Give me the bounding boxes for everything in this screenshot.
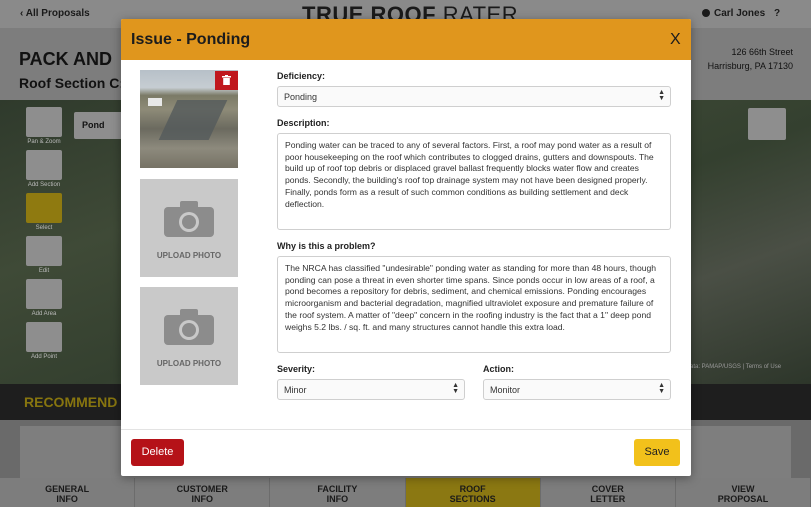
recommendations-title: RECOMMEND [24, 394, 118, 410]
step-customer-info[interactable]: CUSTOMER INFO [135, 478, 271, 507]
modal-header: Issue - Ponding X [121, 19, 691, 60]
issue-photo[interactable] [140, 70, 238, 168]
back-link-label: All Proposals [25, 8, 90, 19]
step-view-proposal[interactable]: VIEW PROPOSAL [676, 478, 811, 507]
modal-footer-divider [121, 429, 691, 430]
issue-modal: Issue - Ponding X UPLOAD PHOTO UPLOAD PH… [121, 19, 691, 476]
app-page: ‹ All Proposals TRUE ROOF RATER Carl Jon… [0, 0, 811, 507]
add-area-icon [26, 279, 62, 309]
roof-section-title: Roof Section C: [19, 75, 124, 91]
delete-button[interactable]: Delete [131, 439, 184, 466]
description-textarea[interactable]: Ponding water can be traced to any of se… [277, 133, 671, 230]
tool-edit[interactable]: Edit [24, 236, 64, 279]
help-button[interactable]: ? [774, 8, 780, 19]
expand-map-button[interactable] [748, 108, 786, 140]
action-select[interactable]: Monitor ▲ ▼ [483, 379, 671, 400]
upload-photo-label: UPLOAD PHOTO [156, 359, 222, 368]
upload-photo-slot-2[interactable]: UPLOAD PHOTO [140, 287, 238, 385]
deficiency-value: Ponding [284, 92, 318, 102]
edit-icon [26, 236, 62, 266]
trash-icon[interactable] [215, 71, 238, 90]
select-arrows-icon: ▲ ▼ [658, 89, 665, 102]
camera-icon [164, 201, 214, 237]
modal-title: Issue - Ponding [131, 31, 251, 48]
select-icon [26, 193, 62, 223]
user-menu[interactable]: Carl Jones [702, 8, 765, 19]
severity-label: Severity: [277, 364, 316, 374]
project-title: PACK AND [19, 49, 112, 69]
add-section-icon [26, 150, 62, 180]
step-general-info[interactable]: GENERAL INFO [0, 478, 136, 507]
close-icon[interactable]: X [670, 31, 681, 49]
address-line2: Harrisburg, PA 17130 [707, 61, 793, 71]
back-link[interactable]: ‹ All Proposals [20, 8, 90, 19]
upload-photo-slot-1[interactable]: UPLOAD PHOTO [140, 179, 238, 277]
step-roof-sections[interactable]: ROOF SECTIONS [405, 478, 541, 507]
action-value: Monitor [490, 385, 521, 395]
map-toolbar: Pan & Zoom Add Section Select Edit Add A… [24, 107, 64, 365]
select-arrows-icon: ▲ ▼ [658, 382, 665, 395]
why-problem-textarea[interactable]: The NRCA has classified "undesirable" po… [277, 256, 671, 353]
why-problem-label: Why is this a problem? [277, 241, 376, 251]
hand-icon [26, 107, 62, 137]
wizard-steps: GENERAL INFO CUSTOMER INFO FACILITY INFO RO… [0, 478, 811, 507]
severity-select[interactable]: Minor ▲ ▼ [277, 379, 465, 400]
step-cover-letter[interactable]: COVER LETTER [541, 478, 676, 507]
deficiency-select[interactable]: Ponding ▲ ▼ [277, 86, 671, 107]
deficiency-label: Deficiency: [277, 71, 326, 81]
step-facility-info[interactable]: FACILITY INFO [270, 478, 406, 507]
severity-value: Minor [284, 385, 307, 395]
tool-add-section[interactable]: Add Section [24, 150, 64, 193]
add-point-icon [26, 322, 62, 352]
save-button[interactable]: Save [634, 439, 680, 466]
tool-add-point[interactable]: Add Point [24, 322, 64, 365]
user-icon [702, 9, 710, 17]
tool-pan-zoom[interactable]: Pan & Zoom [24, 107, 64, 150]
address-line1: 126 66th Street [731, 47, 793, 57]
select-arrows-icon: ▲ ▼ [452, 382, 459, 395]
camera-icon [164, 309, 214, 345]
upload-photo-label: UPLOAD PHOTO [156, 251, 222, 260]
tool-select[interactable]: Select [24, 193, 64, 236]
pond-chip[interactable]: Pond [74, 112, 124, 139]
tool-add-area[interactable]: Add Area [24, 279, 64, 322]
user-name: Carl Jones [714, 8, 766, 19]
map-attribution: ata: PAMAP/USGS | Terms of Use [690, 364, 782, 370]
description-label: Description: [277, 118, 330, 128]
action-label: Action: [483, 364, 514, 374]
